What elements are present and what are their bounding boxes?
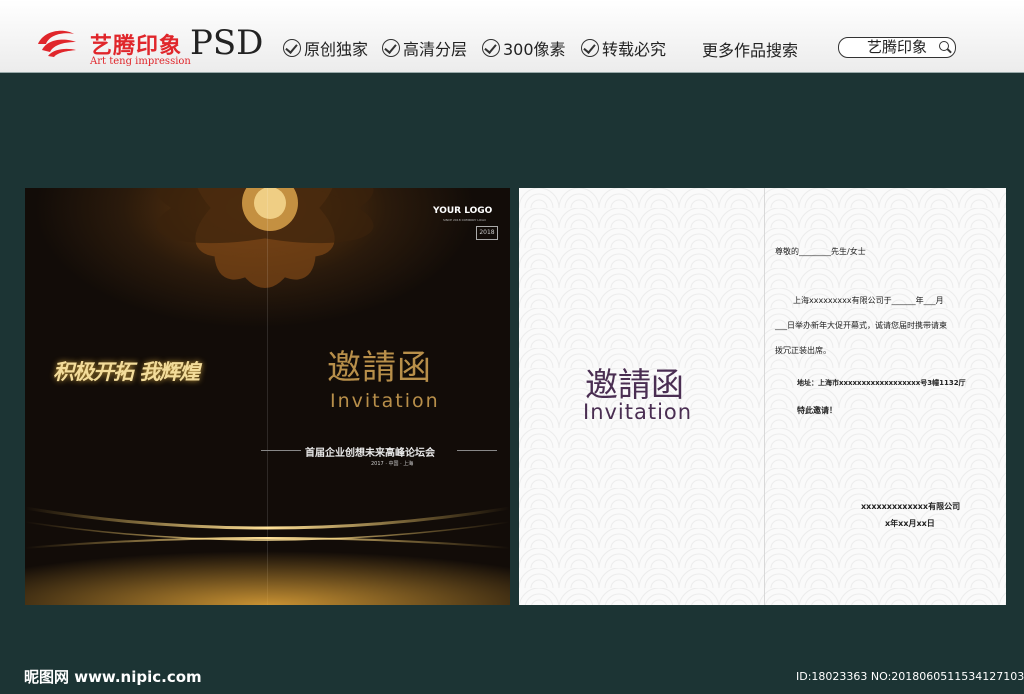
invite-line: 特此邀请！	[797, 406, 837, 415]
feature-300dpi: 300像素	[482, 36, 566, 60]
brand-swirl-icon	[38, 30, 76, 57]
address-line: 地址：上海市xxxxxxxxxxxxxxxxxx号3幢1132厅	[797, 379, 966, 387]
brand-name-en: Art teng impression	[90, 56, 191, 67]
body-line-2: ___日举办新年大促开幕式，诚请您届时携带请柬	[775, 321, 947, 330]
cover-title-cn: 邀請函	[327, 348, 432, 388]
search-icon	[939, 41, 949, 51]
inside-title-cn: 邀請函	[585, 365, 684, 404]
top-banner: 艺腾印象 Art teng impression PSD 原创独家 高清分层 3…	[0, 0, 1024, 73]
conference-title: 首届企业创想未来高峰论坛会	[305, 448, 435, 459]
search-input[interactable]: 艺腾印象	[838, 37, 956, 58]
check-circle-icon	[581, 39, 599, 57]
cover-title-en: Invitation	[330, 390, 440, 412]
check-circle-icon	[482, 39, 500, 57]
company-logo-sub: SINCE 2018 COMPANY LOGO	[443, 218, 486, 222]
check-circle-icon	[283, 39, 301, 57]
more-works-link[interactable]: 更多作品搜索	[702, 37, 798, 61]
inside-title-en: Invitation	[583, 400, 693, 424]
body-line-1: 上海xxxxxxxxx有限公司于______年___月	[793, 296, 944, 305]
image-id-watermark: ID:18023363 NO:20180605115341271032	[796, 670, 1024, 683]
greeting-line: 尊敬的________先生/女士	[775, 247, 866, 256]
invitation-cover: YOUR LOGO SINCE 2018 COMPANY LOGO 2018 积…	[25, 188, 510, 605]
year-badge: 2018	[476, 226, 498, 240]
invitation-inside: 邀請函 Invitation 尊敬的________先生/女士 上海xxxxxx…	[519, 188, 1006, 605]
fold-line	[764, 188, 765, 605]
format-label: PSD	[190, 23, 264, 63]
nipic-watermark[interactable]: 昵图网 www.nipic.com	[24, 666, 202, 687]
slogan: 积极开拓 我辉煌	[53, 359, 200, 384]
conference-date: 2017 · 中国 · 上海	[371, 461, 414, 467]
check-circle-icon	[382, 39, 400, 57]
conference-rule-left	[261, 450, 301, 451]
company-logo: YOUR LOGO	[433, 206, 493, 216]
signature-date: x年xx月xx日	[885, 519, 935, 528]
company-signature: xxxxxxxxxxxxx有限公司	[861, 502, 961, 511]
golden-light-decoration	[25, 506, 510, 605]
conference-rule-right	[457, 450, 497, 451]
feature-hd-layers: 高清分层	[382, 36, 467, 60]
feature-original: 原创独家	[283, 36, 368, 60]
feature-copyright: 转载必究	[581, 36, 666, 60]
body-line-3: 拨冗正装出席。	[775, 346, 831, 355]
